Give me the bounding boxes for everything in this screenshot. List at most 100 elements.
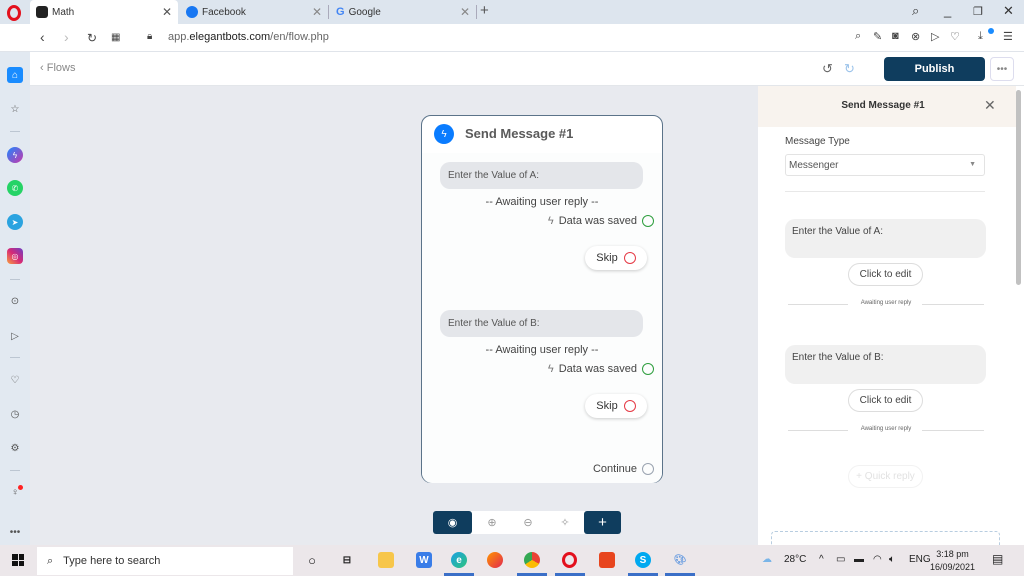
messenger-icon[interactable]: ϟ — [7, 147, 23, 163]
windows-start-icon[interactable] — [12, 554, 24, 566]
download-badge — [988, 28, 994, 34]
heart-icon[interactable]: ♡ — [950, 30, 960, 43]
home-icon[interactable]: ⌂ — [7, 67, 23, 83]
whatsapp-icon[interactable]: ✆ — [7, 180, 23, 196]
wps-icon[interactable]: W — [416, 552, 432, 568]
auto-arrange-icon[interactable]: ✧ — [554, 511, 576, 534]
message-bubble[interactable]: Enter the Value of B: — [440, 310, 643, 337]
tab-label: Math — [52, 6, 75, 18]
messenger-icon: ϟ — [434, 124, 454, 144]
firefox-icon[interactable] — [487, 552, 503, 568]
redo-icon[interactable]: ↻ — [844, 61, 855, 77]
close-tab-icon[interactable]: ✕ — [460, 5, 470, 19]
heart-icon[interactable]: ♡ — [7, 372, 23, 388]
more-icon[interactable]: ••• — [7, 524, 23, 540]
close-panel-icon[interactable]: ✕ — [984, 97, 996, 114]
instagram-icon[interactable]: ◎ — [7, 248, 23, 264]
zoom-in-icon[interactable]: ⊕ — [481, 511, 503, 534]
search-icon[interactable]: ⌕ — [912, 3, 919, 19]
tab-google[interactable]: G Google ✕ — [330, 0, 476, 24]
close-tab-icon[interactable]: ✕ — [312, 5, 322, 19]
player-icon[interactable]: ⊙ — [7, 293, 23, 309]
awaiting-reply-text: -- Awaiting user reply -- — [485, 196, 599, 208]
skip-button[interactable]: Skip — [585, 246, 647, 270]
tab-facebook[interactable]: Facebook ✕ — [180, 0, 328, 24]
publish-button[interactable]: Publish — [884, 57, 985, 81]
telegram-icon[interactable]: ➤ — [7, 214, 23, 230]
forward-icon[interactable]: › — [64, 29, 69, 45]
restore-icon[interactable]: ❐ — [973, 5, 983, 18]
adblock-icon[interactable]: ⊗ — [911, 30, 920, 43]
paint-icon[interactable]: 🎨︎ — [672, 552, 688, 568]
star-icon[interactable]: ☆ — [7, 101, 23, 117]
volume-icon[interactable]: 🔈︎ — [889, 554, 895, 565]
back-icon[interactable]: ‹ — [40, 29, 45, 45]
preview-eye-icon[interactable]: ◉ — [433, 511, 472, 534]
chevron-down-icon: ▼ — [969, 161, 976, 168]
saved-connector[interactable] — [642, 363, 654, 375]
click-to-edit-button[interactable]: Click to edit — [848, 263, 923, 286]
back-to-flows-link[interactable]: ‹ Flows — [40, 62, 75, 74]
skip-connector[interactable] — [623, 400, 636, 412]
close-tab-icon[interactable]: ✕ — [162, 5, 172, 19]
node-settings-panel: Send Message #1 ✕ Message Type Messenger… — [758, 86, 1024, 551]
wifi-icon[interactable]: ◠ — [873, 554, 882, 565]
send-message-node[interactable]: ϟ Send Message #1 Enter the Value of A: … — [421, 115, 663, 483]
panel-scrollbar[interactable] — [1016, 90, 1021, 285]
lock-icon: 🔒︎ — [147, 31, 153, 42]
taskbar-search-input[interactable]: ⌕ Type here to search — [37, 547, 293, 575]
notifications-icon[interactable]: ▤ — [992, 552, 1003, 566]
meet-now-icon[interactable]: ▭ — [836, 554, 845, 565]
tab-math[interactable]: Math ✕ — [30, 0, 178, 24]
add-node-button[interactable]: + — [584, 511, 621, 534]
opera-icon[interactable] — [562, 552, 577, 568]
edge-icon[interactable]: e — [451, 552, 467, 568]
new-tab-button[interactable]: + — [480, 2, 489, 19]
opera-sidebar: ⌂ ☆ ϟ ✆ ➤ ◎ ⊙ ▷ ♡ ◷ ⚙ ♀ ••• — [0, 52, 30, 545]
opera-logo-icon[interactable] — [7, 5, 21, 21]
settings-icon[interactable]: ⚙ — [7, 440, 23, 456]
continue-connector[interactable] — [642, 463, 654, 475]
message-editor-bubble[interactable]: Enter the Value of A: — [785, 219, 986, 258]
url-field[interactable]: app.elegantbots.com/en/flow.php — [168, 31, 329, 43]
office-icon[interactable] — [599, 552, 615, 568]
speed-dial-icon[interactable]: ▦ — [111, 32, 120, 43]
message-bubble[interactable]: Enter the Value of A: — [440, 162, 643, 189]
cortana-icon[interactable]: ○ — [304, 552, 320, 568]
easy-setup-icon[interactable]: ☰ — [1003, 30, 1013, 43]
message-editor-bubble[interactable]: Enter the Value of B: — [785, 345, 986, 384]
flow-send-icon[interactable]: ▷ — [7, 328, 23, 344]
show-hidden-icons[interactable]: ^ — [819, 554, 824, 565]
continue-row: Continue — [593, 463, 654, 475]
zoom-out-icon[interactable]: ⊖ — [517, 511, 539, 534]
battery-icon[interactable]: ▬ — [854, 554, 864, 565]
skip-button[interactable]: Skip — [585, 394, 647, 418]
reload-icon[interactable]: ↻ — [87, 31, 97, 45]
awaiting-divider: Awaiting user reply — [788, 299, 984, 309]
undo-icon[interactable]: ↺ — [822, 61, 833, 77]
taskbar-clock[interactable]: 3:18 pm 16/09/2021 — [930, 548, 975, 574]
language-indicator[interactable]: ENG — [909, 554, 931, 565]
tab-label: Google — [348, 6, 381, 18]
snapshot-edit-icon[interactable]: ✎ — [873, 30, 882, 43]
download-icon[interactable]: ⤓ — [978, 30, 983, 43]
minimize-icon[interactable]: _ — [944, 3, 951, 18]
close-icon[interactable]: ✕ — [1003, 3, 1014, 19]
zoom-out-icon[interactable]: ⌕ — [855, 30, 861, 43]
skip-connector[interactable] — [623, 252, 636, 264]
more-options-button[interactable]: ••• — [990, 57, 1014, 81]
camera-icon[interactable]: ◙ — [892, 30, 899, 42]
flow-canvas[interactable]: ϟ Send Message #1 Enter the Value of A: … — [30, 86, 758, 545]
file-explorer-icon[interactable] — [378, 552, 394, 568]
quick-reply-button[interactable]: + Quick reply — [848, 465, 923, 488]
history-icon[interactable]: ◷ — [7, 406, 23, 422]
click-to-edit-button[interactable]: Click to edit — [848, 389, 923, 412]
message-type-select[interactable]: Messenger ▼ — [785, 154, 985, 176]
send-icon[interactable]: ▷ — [931, 30, 939, 43]
saved-connector[interactable] — [642, 215, 654, 227]
chrome-icon[interactable] — [524, 552, 540, 568]
data-saved-row: ϟ Data was saved — [548, 363, 654, 375]
task-view-icon[interactable]: ⊟ — [339, 552, 355, 568]
weather-temp[interactable]: 28°C — [784, 554, 806, 565]
skype-icon[interactable]: S — [635, 552, 651, 568]
